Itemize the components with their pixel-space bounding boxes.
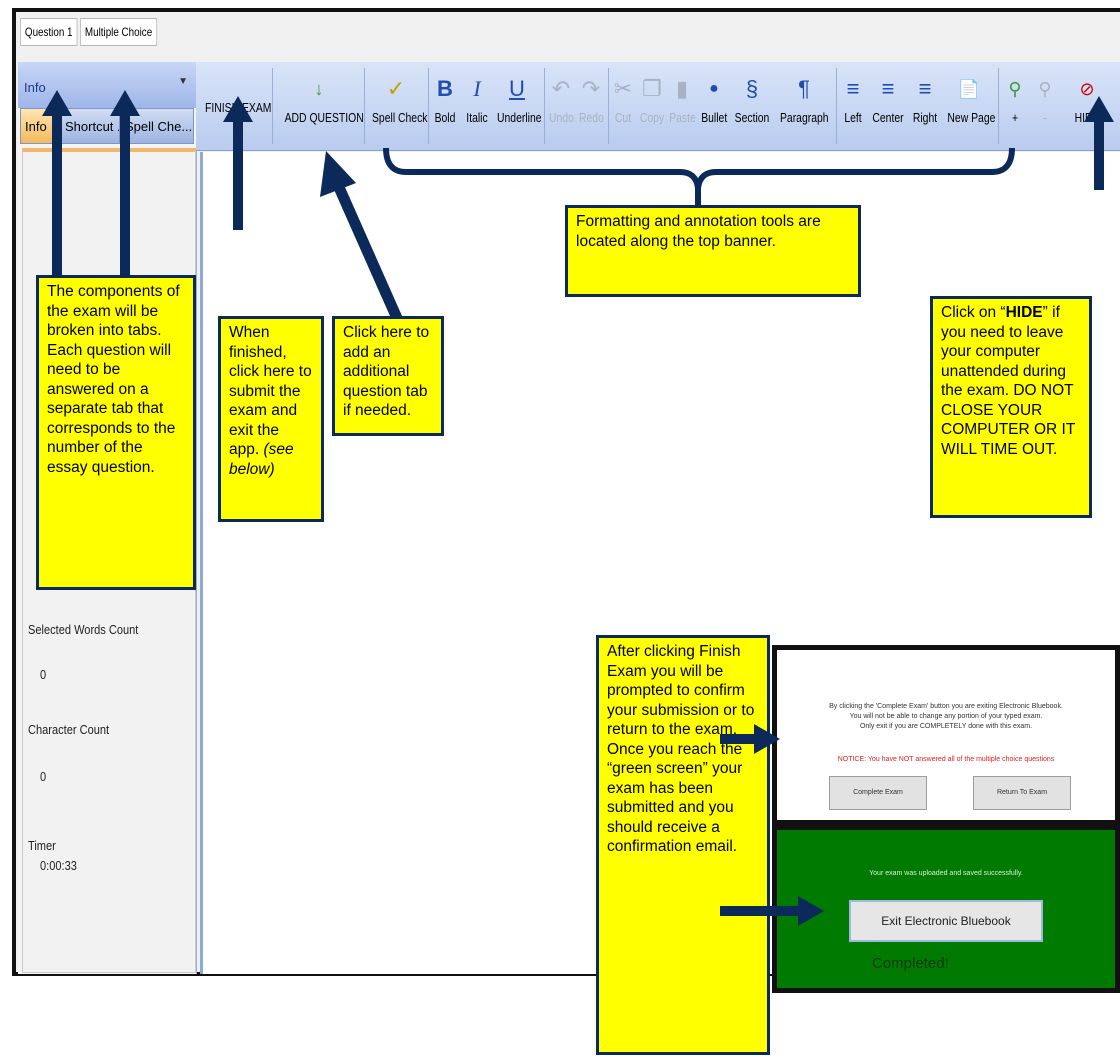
arrowhead xyxy=(42,90,72,116)
timer-value: 0:00:33 xyxy=(40,858,77,873)
new-page-button[interactable]: 📄 New Page xyxy=(942,72,996,146)
callout-after-finish: After clicking Finish Exam you will be p… xyxy=(596,635,770,1055)
toolbar-separator xyxy=(544,68,545,144)
confirm-dialog: By clicking the 'Complete Exam' button y… xyxy=(772,645,1120,825)
bold-button[interactable]: B Bold xyxy=(430,72,460,146)
callout-add-text: Click here to add an additional question… xyxy=(343,324,430,419)
callout-tabs-text: The components of the exam will be broke… xyxy=(47,283,180,476)
callout-hide-bold: HIDE xyxy=(1005,304,1043,321)
formatting-toolbar: FINISH EXAM ↓ ADD QUESTION ✓ Spell Check… xyxy=(196,62,1120,151)
new-page-icon: 📄 xyxy=(957,79,981,99)
align-center-icon: ≡ xyxy=(881,76,895,101)
completed-label: Completed! xyxy=(872,955,949,972)
toolbar-separator xyxy=(998,68,999,144)
callout-arrow xyxy=(720,734,756,744)
success-dialog: Your exam was uploaded and saved success… xyxy=(772,825,1120,993)
toolbar-separator xyxy=(836,68,837,144)
callout-hide: Click on “HIDE” if you need to leave you… xyxy=(930,296,1092,518)
return-to-exam-button[interactable]: Return To Exam xyxy=(973,776,1071,810)
exit-bluebook-button[interactable]: Exit Electronic Bluebook xyxy=(849,900,1043,942)
callout-formatting-text: Formatting and annotation tools are loca… xyxy=(576,213,821,250)
add-question-icon: ↓ xyxy=(314,79,324,99)
toolbar-separator xyxy=(428,68,429,144)
confirm-line-1: By clicking the 'Complete Exam' button y… xyxy=(829,703,1063,710)
confirm-line-3: Only exit if you are COMPLETELY done wit… xyxy=(859,723,1033,730)
underline-button[interactable]: U Underline xyxy=(492,72,542,146)
callout-hide-post: ” if you need to leave your computer una… xyxy=(941,304,1076,458)
italic-button[interactable]: I Italic xyxy=(462,72,492,146)
paste-icon: ▮ xyxy=(675,76,689,101)
align-right-icon: ≡ xyxy=(918,76,932,101)
spell-check-icon: ✓ xyxy=(386,76,406,101)
scissors-icon: ✂ xyxy=(613,76,633,101)
bullet-icon: ● xyxy=(709,80,719,97)
copy-button[interactable]: ❐ Copy xyxy=(636,72,668,146)
callout-arrow xyxy=(720,906,800,916)
callout-arrow xyxy=(52,112,62,280)
arrowhead xyxy=(798,896,824,926)
add-question-button[interactable]: ↓ ADD QUESTION xyxy=(276,72,364,146)
copy-icon: ❐ xyxy=(642,76,662,101)
arrowhead xyxy=(110,90,140,116)
cut-button[interactable]: ✂ Cut xyxy=(610,72,636,146)
callout-after-text: After clicking Finish Exam you will be p… xyxy=(607,643,755,855)
callout-formatting: Formatting and annotation tools are loca… xyxy=(565,205,861,297)
section-icon: § xyxy=(745,76,759,101)
align-left-button[interactable]: ≡ Left xyxy=(838,72,868,146)
undo-icon: ↶ xyxy=(551,76,571,101)
align-right-button[interactable]: ≡ Right xyxy=(908,72,942,146)
toolbar-separator xyxy=(364,68,365,144)
arrowhead xyxy=(754,724,780,754)
paragraph-icon: ¶ xyxy=(798,76,810,101)
confirm-notice: NOTICE: You have NOT answered all of the… xyxy=(837,756,1055,763)
paragraph-button[interactable]: ¶ Paragraph xyxy=(774,72,834,146)
callout-arrow xyxy=(1094,120,1104,190)
tab-question-1[interactable]: Question 1 xyxy=(20,18,78,46)
tab-multiple-choice[interactable]: Multiple Choice xyxy=(80,18,158,46)
italic-icon: I xyxy=(473,76,481,101)
success-message: Your exam was uploaded and saved success… xyxy=(869,870,1023,877)
spell-check-button[interactable]: ✓ Spell Check xyxy=(366,72,428,146)
section-button[interactable]: § Section xyxy=(730,72,774,146)
callout-arrow xyxy=(120,112,130,280)
zoom-out-icon: ⚲ xyxy=(1038,79,1052,99)
undo-button[interactable]: ↶ Undo xyxy=(546,72,576,146)
timer-label: Timer xyxy=(28,838,56,853)
zoom-in-button[interactable]: ⚲ + xyxy=(1000,72,1030,146)
bold-icon: B xyxy=(437,76,453,101)
callout-finish-exam: When finished, click here to submit the … xyxy=(218,316,324,522)
callout-add-question: Click here to add an additional question… xyxy=(332,316,444,436)
complete-exam-button[interactable]: Complete Exam xyxy=(829,776,927,810)
arrowhead xyxy=(1084,96,1114,122)
toolbar-separator xyxy=(272,68,273,144)
zoom-out-button[interactable]: ⚲ - xyxy=(1030,72,1060,146)
align-center-button[interactable]: ≡ Center xyxy=(868,72,908,146)
callout-tabs: The components of the exam will be broke… xyxy=(36,275,196,590)
redo-icon: ↷ xyxy=(581,76,601,101)
confirm-line-2: You will not be able to change any porti… xyxy=(849,713,1043,720)
arrowhead xyxy=(223,96,253,122)
pin-icon[interactable]: ▼ xyxy=(178,76,188,87)
underline-icon: U xyxy=(509,76,525,101)
callout-finish-text: When finished, click here to submit the … xyxy=(229,324,312,458)
selected-words-label: Selected Words Count xyxy=(28,622,139,637)
paste-button[interactable]: ▮ Paste xyxy=(666,72,698,146)
callout-hide-pre: Click on “ xyxy=(941,304,1006,321)
toolbar-separator xyxy=(608,68,609,144)
redo-button[interactable]: ↷ Redo xyxy=(576,72,606,146)
selected-words-value: 0 xyxy=(40,667,47,682)
character-count-value: 0 xyxy=(40,769,47,784)
align-left-icon: ≡ xyxy=(846,76,860,101)
character-count-label: Character Count xyxy=(28,722,110,737)
zoom-in-icon: ⚲ xyxy=(1008,79,1022,99)
bullet-button[interactable]: ● Bullet xyxy=(698,72,730,146)
callout-arrow xyxy=(233,120,243,230)
